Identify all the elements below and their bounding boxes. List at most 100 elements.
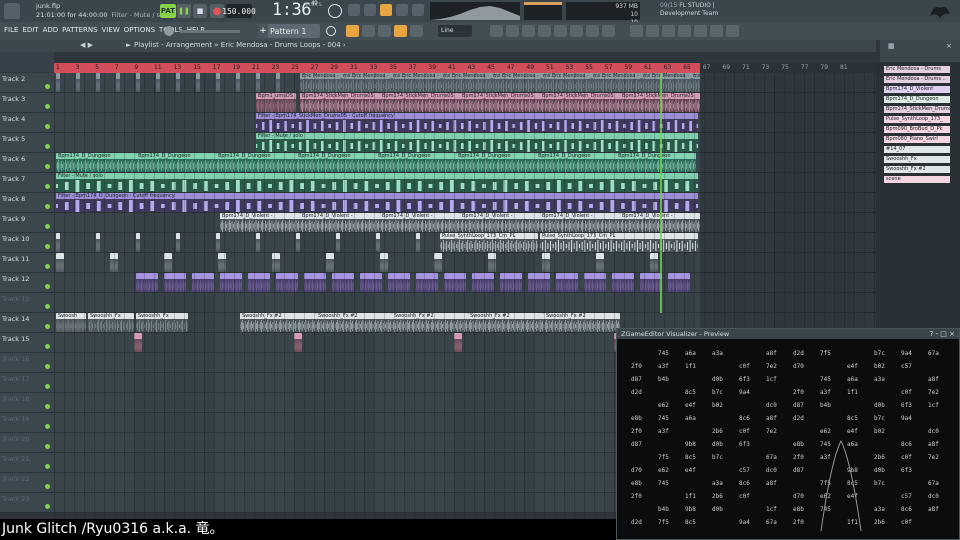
tempo-display[interactable]: 150.000 <box>222 4 256 18</box>
typing-keyboard-icon[interactable] <box>364 4 376 16</box>
playlist-clip[interactable]: Filter - Bpm174_StickMen_Drums05 - Cutof… <box>256 113 698 132</box>
playlist-clip[interactable] <box>332 273 354 292</box>
playlist-clip[interactable] <box>110 253 118 272</box>
arrow-tool-button[interactable] <box>362 25 375 37</box>
track-header[interactable]: Track 4 <box>0 113 54 133</box>
track-mute-led-icon[interactable] <box>45 224 50 229</box>
menu-view[interactable]: VIEW <box>102 26 120 34</box>
menu-patterns[interactable]: PATTERNS <box>62 26 97 34</box>
master-volume-knob-icon[interactable] <box>164 26 174 36</box>
track-header[interactable]: Track 18 <box>0 393 54 413</box>
track-header[interactable]: Track 10 <box>0 233 54 253</box>
track-header[interactable]: Track 11 <box>0 253 54 273</box>
playlist-clip[interactable]: Filter - Mute / solo <box>56 173 698 192</box>
playlist-clip[interactable] <box>136 273 158 292</box>
clip-picker-item[interactable]: Swooshh_Fx <box>884 156 950 163</box>
piano-button[interactable] <box>586 25 599 37</box>
playlist-clip[interactable]: Bpm174_D_Dungeon <box>376 153 456 172</box>
playlist-menu-icon[interactable]: ► <box>126 41 131 49</box>
playlist-clip[interactable] <box>136 73 140 92</box>
track-header[interactable]: Track 15 <box>0 333 54 353</box>
playlist-clip[interactable] <box>218 253 226 272</box>
playlist-clip[interactable] <box>192 273 214 292</box>
playlist-clip[interactable]: Swooshh_Fx #2 <box>240 313 316 332</box>
playlist-clip[interactable] <box>434 253 442 272</box>
playlist-clip[interactable]: Pulse_SynthLoop_173_Cm_PL <box>540 233 698 252</box>
clip-picker-item[interactable]: scene <box>884 176 950 183</box>
track-mute-led-icon[interactable] <box>45 344 50 349</box>
playlist-clip[interactable] <box>528 273 550 292</box>
track-mute-led-icon[interactable] <box>45 364 50 369</box>
playlist-clip[interactable] <box>640 273 662 292</box>
playlist-clip[interactable]: Eric Mendosa - _ms Loops - 004 <box>650 73 700 92</box>
brush-tool-button[interactable] <box>410 25 423 37</box>
playlist-clip[interactable]: Bpm174_D_Dungeon <box>56 153 136 172</box>
clip-picker-item[interactable]: Swooshh_Fx #2 <box>884 166 950 173</box>
playlist-clip[interactable] <box>272 253 280 272</box>
playlist-clip[interactable]: Eric Mendosa - _ms Loops - 004 <box>350 73 400 92</box>
playlist-clip[interactable]: Bpm1_umsOS <box>256 93 296 112</box>
track-header[interactable]: Track 3 <box>0 93 54 113</box>
track-header[interactable]: Track 14 <box>0 313 54 333</box>
app-icon[interactable] <box>4 3 20 19</box>
playlist-clip[interactable]: Bpm174_D_Violent - <box>380 213 460 232</box>
track-header[interactable]: Track 23 <box>0 493 54 513</box>
clip-picker-item[interactable]: Bpm174_StickMen_Drums <box>884 106 950 113</box>
pattern-song-toggle[interactable]: PAT <box>160 4 176 18</box>
metronome-icon[interactable] <box>328 4 342 18</box>
playlist-window-button[interactable] <box>346 25 359 37</box>
chat-button[interactable] <box>726 25 739 37</box>
playlist-clip[interactable]: Eric Mendosa - _ms Loops - 004 <box>500 73 550 92</box>
playlist-clip[interactable] <box>256 73 260 92</box>
playlist-clip[interactable]: Bpm174_StickMen_Drums05 <box>300 93 380 112</box>
playlist-clip[interactable] <box>76 73 80 92</box>
playlist-clip[interactable]: Swooshh_Fx #2 <box>544 313 620 332</box>
master-pitch-slider[interactable] <box>180 30 240 33</box>
track-mute-led-icon[interactable] <box>45 404 50 409</box>
playlist-clip[interactable] <box>336 233 340 252</box>
menu-file[interactable]: FILE <box>4 26 18 34</box>
clip-picker-item[interactable]: Eric Mendosa - Drums <box>884 66 950 73</box>
midi-button[interactable] <box>646 25 659 37</box>
playlist-clip[interactable] <box>388 273 410 292</box>
track-mute-led-icon[interactable] <box>45 384 50 389</box>
step-sequencer-button[interactable] <box>554 25 567 37</box>
track-mute-led-icon[interactable] <box>45 424 50 429</box>
loop-record-icon[interactable] <box>412 4 424 16</box>
channel-rack-button[interactable] <box>506 25 519 37</box>
playlist-clip[interactable] <box>276 273 298 292</box>
picker-icon[interactable]: ▦ <box>888 42 895 50</box>
playlist-clip[interactable]: Bpm174_D_Violent - <box>220 213 300 232</box>
clip-picker-item[interactable]: Bpm174_D_Dungeon <box>884 96 950 103</box>
waveform-record-icon[interactable] <box>348 4 360 16</box>
playlist-clip[interactable] <box>56 233 60 252</box>
plugin-picker-button[interactable] <box>538 25 551 37</box>
track-mute-led-icon[interactable] <box>45 304 50 309</box>
touch-keyboard-button[interactable] <box>602 25 615 37</box>
add-pattern-icon[interactable]: + <box>258 24 268 38</box>
playlist-clip[interactable] <box>56 73 60 92</box>
playlist-clip[interactable] <box>196 73 200 92</box>
playlist-clip[interactable]: Filter - Bpm174_D_Dungeon - Cutoff frequ… <box>56 193 698 212</box>
playlist-clip[interactable] <box>176 233 180 252</box>
track-mute-led-icon[interactable] <box>45 484 50 489</box>
track-mute-led-icon[interactable] <box>45 144 50 149</box>
playlist-clip[interactable] <box>116 73 120 92</box>
playlist-clip[interactable]: Bpm174_D_Dungeon <box>136 153 216 172</box>
playlist-clip[interactable] <box>294 333 302 352</box>
track-mute-led-icon[interactable] <box>45 184 50 189</box>
track-mute-led-icon[interactable] <box>45 284 50 289</box>
track-mute-led-icon[interactable] <box>45 84 50 89</box>
playlist-clip[interactable]: Pulse_SynthLoop_173_Cm_PL <box>440 233 538 252</box>
playlist-clip[interactable]: Swooshh_Fx <box>136 313 188 332</box>
playlist-clip[interactable] <box>326 253 334 272</box>
track-mute-led-icon[interactable] <box>45 444 50 449</box>
playlist-clip[interactable] <box>236 73 240 92</box>
pattern-selector[interactable]: + Pattern 1 <box>258 24 320 38</box>
track-mute-led-icon[interactable] <box>45 104 50 109</box>
link-tool-button[interactable] <box>394 25 407 37</box>
arrow-nav-icon[interactable]: ◀ ▶ <box>80 41 93 49</box>
track-mute-led-icon[interactable] <box>45 504 50 509</box>
snap-selector[interactable]: Line <box>438 25 472 37</box>
piano-roll-button[interactable] <box>378 25 391 37</box>
